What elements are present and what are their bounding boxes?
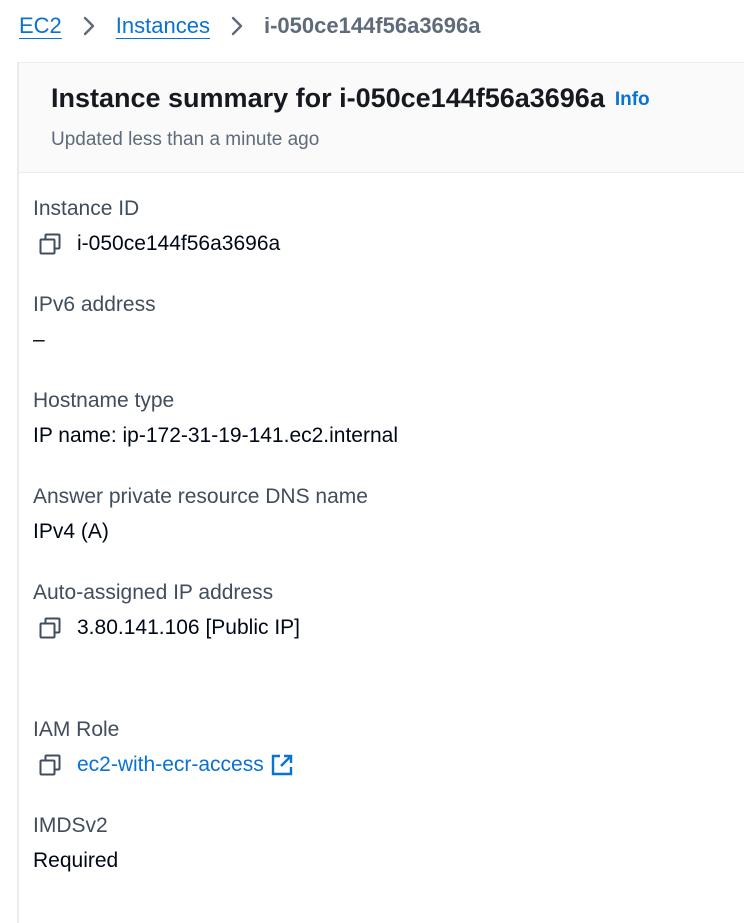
- breadcrumb: EC2 Instances i-050ce144f56a3696a: [19, 10, 481, 42]
- breadcrumb-instances-link[interactable]: Instances: [116, 13, 210, 39]
- field-iam-role: IAM Role ec2-with-ecr-access: [33, 717, 294, 778]
- field-auto-assigned-ip: Auto-assigned IP address 3.80.141.106 [P…: [33, 580, 300, 641]
- breadcrumb-ec2-link[interactable]: EC2: [19, 13, 62, 39]
- page-title-text: Instance summary for i-050ce144f56a3696a: [51, 83, 605, 113]
- answer-dns-value: IPv4 (A): [33, 520, 109, 543]
- info-link[interactable]: Info: [615, 89, 650, 110]
- field-label: IPv6 address: [33, 293, 156, 316]
- instance-id-value: i-050ce144f56a3696a: [77, 232, 281, 255]
- copy-icon[interactable]: [39, 233, 61, 255]
- chevron-right-icon: [231, 16, 243, 36]
- iam-role-link[interactable]: ec2-with-ecr-access: [77, 752, 264, 778]
- copy-icon[interactable]: [39, 617, 61, 639]
- field-answer-dns: Answer private resource DNS name IPv4 (A…: [33, 484, 368, 545]
- field-label: IAM Role: [33, 718, 120, 741]
- copy-icon[interactable]: [39, 754, 61, 776]
- field-value-row: 3.80.141.106 [Public IP]: [33, 615, 300, 641]
- field-label: Instance ID: [33, 197, 140, 220]
- breadcrumb-current: i-050ce144f56a3696a: [263, 13, 481, 38]
- auto-ip-value: 3.80.141.106 [Public IP]: [77, 616, 300, 639]
- field-value-row: ec2-with-ecr-access: [33, 752, 294, 778]
- field-label: Auto-assigned IP address: [33, 581, 274, 604]
- field-value-row: i-050ce144f56a3696a: [33, 231, 280, 257]
- field-imdsv2: IMDSv2 Required: [33, 813, 118, 874]
- field-label: Answer private resource DNS name: [33, 485, 368, 508]
- hostname-type-value: IP name: ip-172-31-19-141.ec2.internal: [33, 424, 399, 447]
- panel-header: Instance summary for i-050ce144f56a3696a…: [19, 63, 744, 173]
- field-ipv6-address: IPv6 address –: [33, 292, 156, 353]
- page-title: Instance summary for i-050ce144f56a3696a…: [51, 83, 650, 114]
- external-link-icon[interactable]: [270, 753, 294, 777]
- field-label: IMDSv2: [33, 814, 108, 837]
- field-hostname-type: Hostname type IP name: ip-172-31-19-141.…: [33, 388, 398, 449]
- imdsv2-value: Required: [33, 849, 119, 872]
- updated-text: Updated less than a minute ago: [51, 129, 320, 150]
- chevron-right-icon: [83, 16, 94, 36]
- field-instance-id: Instance ID i-050ce144f56a3696a: [33, 196, 280, 257]
- field-label: Hostname type: [33, 389, 175, 412]
- ipv6-value: –: [33, 328, 45, 351]
